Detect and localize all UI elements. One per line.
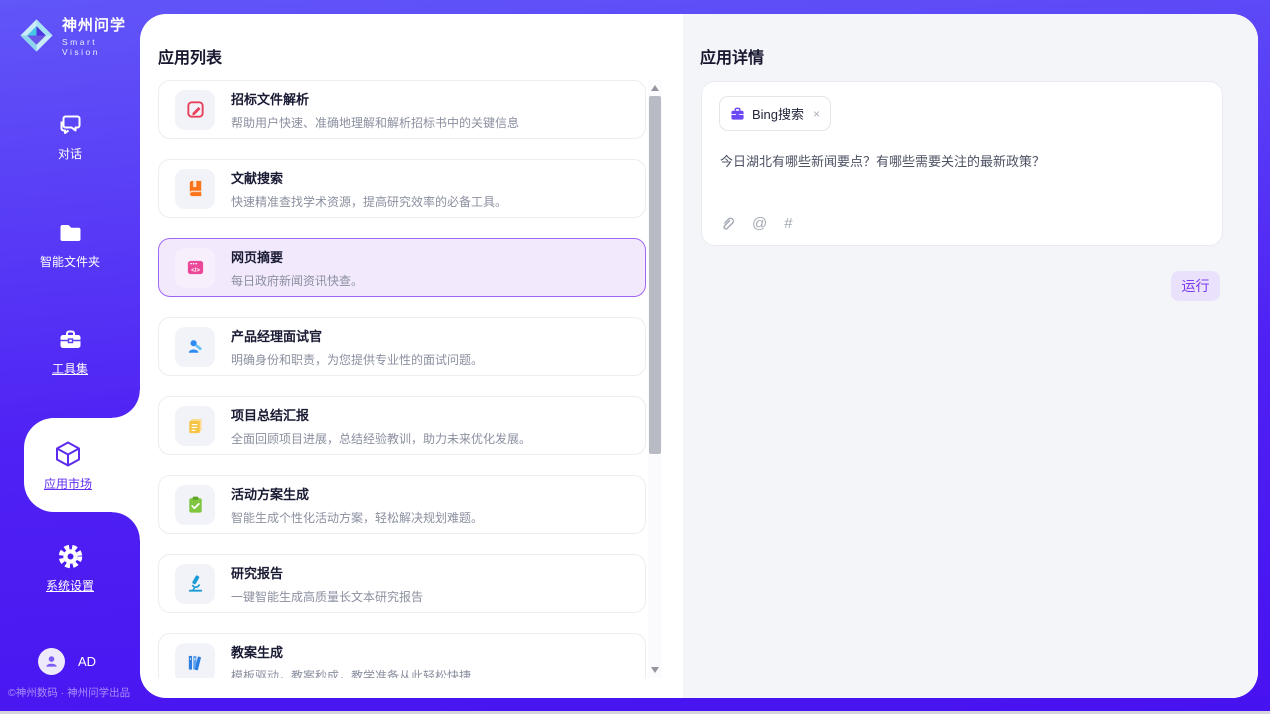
app-icon-tile <box>175 643 215 679</box>
app-list-item[interactable]: 文献搜索 快速精准查找学术资源，提高研究效率的必备工具。 <box>158 159 646 218</box>
sidebar-item-settings[interactable]: 系统设置 <box>0 543 140 594</box>
clipboard-check-icon <box>185 494 206 515</box>
app-item-title: 活动方案生成 <box>231 484 483 503</box>
app-list-scrollbar <box>648 80 662 678</box>
app-list-item[interactable]: </> 网页摘要 每日政府新闻资讯快查。 <box>158 238 646 297</box>
app-icon-tile <box>175 485 215 525</box>
books-icon <box>185 652 206 673</box>
app-icon-tile <box>175 406 215 446</box>
interview-icon <box>185 336 206 357</box>
sidebar-item-label: 智能文件夹 <box>40 253 100 270</box>
user-account[interactable]: AD <box>38 648 96 675</box>
prompt-input-card: Bing搜索 × 今日湖北有哪些新闻要点？有哪些需要关注的最新政策？ @ # <box>701 81 1223 246</box>
app-list-title: 应用列表 <box>158 44 222 68</box>
avatar <box>38 648 65 675</box>
app-list-item[interactable]: 产品经理面试官 明确身份和职责，为您提供专业性的面试问题。 <box>158 317 646 376</box>
diamond-logo-icon <box>18 17 55 54</box>
scroll-up-arrow[interactable] <box>651 85 659 91</box>
notes-icon <box>185 415 206 436</box>
app-item-desc: 模板驱动，教案秒成，教学准备从此轻松快捷 <box>231 667 471 679</box>
gear-icon <box>57 543 84 570</box>
brand-logo: 神州问学 Smart Vision <box>18 14 140 57</box>
tool-chip-label: Bing搜索 <box>752 104 804 123</box>
app-list-item[interactable]: 招标文件解析 帮助用户快速、准确地理解和解析招标书中的关键信息 <box>158 80 646 139</box>
mention-icon[interactable]: @ <box>752 215 767 232</box>
sidebar-item-app-market[interactable]: 应用市场 <box>24 418 140 512</box>
webpage-code-icon: </> <box>185 257 206 278</box>
active-notch-curve-bottom <box>112 512 140 540</box>
sidebar: 神州问学 Smart Vision 对话 智能文件夹 工具集 应用市场 系统设置 <box>0 0 140 714</box>
briefcase-icon <box>730 107 745 121</box>
app-item-title: 文献搜索 <box>231 168 507 187</box>
sidebar-item-chat[interactable]: 对话 <box>0 112 140 162</box>
app-item-desc: 一键智能生成高质量长文本研究报告 <box>231 588 423 605</box>
app-item-desc: 明确身份和职责，为您提供专业性的面试问题。 <box>231 351 483 368</box>
main-content-card: 应用列表 招标文件解析 帮助用户快速、准确地理解和解析招标书中的关键信息 文献搜… <box>140 14 1258 698</box>
app-item-desc: 快速精准查找学术资源，提高研究效率的必备工具。 <box>231 193 507 210</box>
run-button[interactable]: 运行 <box>1171 271 1220 301</box>
app-item-title: 研究报告 <box>231 563 423 582</box>
chat-icon <box>57 112 84 138</box>
app-item-title: 招标文件解析 <box>231 89 519 108</box>
briefcase-icon <box>57 327 84 353</box>
app-icon-tile <box>175 169 215 209</box>
app-item-desc: 每日政府新闻资讯快查。 <box>231 272 363 289</box>
sidebar-item-label: 系统设置 <box>46 577 94 594</box>
app-item-desc: 全面回顾项目进展，总结经验教训，助力未来优化发展。 <box>231 430 531 447</box>
app-item-title: 产品经理面试官 <box>231 326 483 345</box>
app-item-title: 网页摘要 <box>231 247 363 266</box>
sidebar-item-smart-folder[interactable]: 智能文件夹 <box>0 220 140 270</box>
app-icon-tile <box>175 327 215 367</box>
scroll-down-arrow[interactable] <box>651 667 659 673</box>
folder-icon <box>57 220 84 246</box>
sidebar-item-toolset[interactable]: 工具集 <box>0 327 140 377</box>
query-input[interactable]: 今日湖北有哪些新闻要点？有哪些需要关注的最新政策？ <box>720 152 1204 172</box>
app-list-item[interactable]: 活动方案生成 智能生成个性化活动方案，轻松解决规划难题。 <box>158 475 646 534</box>
hashtag-icon[interactable]: # <box>784 215 792 232</box>
input-actions: @ # <box>720 215 793 232</box>
svg-text:</>: </> <box>191 267 200 274</box>
app-icon-tile <box>175 564 215 604</box>
app-list: 招标文件解析 帮助用户快速、准确地理解和解析招标书中的关键信息 文献搜索 快速精… <box>158 80 648 678</box>
brand-name: 神州问学 <box>62 14 140 35</box>
microscope-icon <box>185 573 206 594</box>
cube-icon <box>53 439 83 469</box>
user-name: AD <box>78 654 96 669</box>
book-icon <box>185 178 206 199</box>
app-item-title: 教案生成 <box>231 642 471 661</box>
app-detail-title: 应用详情 <box>700 44 764 68</box>
app-item-desc: 帮助用户快速、准确地理解和解析招标书中的关键信息 <box>231 114 519 131</box>
scrollbar-thumb[interactable] <box>649 96 661 454</box>
close-icon[interactable]: × <box>813 108 820 120</box>
app-detail-panel: 应用详情 Bing搜索 × 今日湖北有哪些新闻要点？有哪些需要关注的最新政策？ … <box>683 14 1258 698</box>
app-item-desc: 智能生成个性化活动方案，轻松解决规划难题。 <box>231 509 483 526</box>
active-notch-curve-top <box>112 390 140 418</box>
brand-subtitle: Smart Vision <box>62 37 140 57</box>
attachment-icon[interactable] <box>720 216 735 232</box>
tool-chip-bing-search[interactable]: Bing搜索 × <box>719 96 831 131</box>
copyright-text: ©神州数码 · 神州问学出品 <box>8 685 140 700</box>
sidebar-item-label: 工具集 <box>52 360 88 377</box>
edit-document-icon <box>185 99 206 120</box>
app-icon-tile: </> <box>175 248 215 288</box>
app-list-item[interactable]: 项目总结汇报 全面回顾项目进展，总结经验教训，助力未来优化发展。 <box>158 396 646 455</box>
app-list-item[interactable]: 教案生成 模板驱动，教案秒成，教学准备从此轻松快捷 <box>158 633 646 678</box>
app-icon-tile <box>175 90 215 130</box>
app-list-item[interactable]: 研究报告 一键智能生成高质量长文本研究报告 <box>158 554 646 613</box>
app-item-title: 项目总结汇报 <box>231 405 531 424</box>
sidebar-item-label: 对话 <box>58 145 82 162</box>
sidebar-item-label: 应用市场 <box>44 475 92 492</box>
